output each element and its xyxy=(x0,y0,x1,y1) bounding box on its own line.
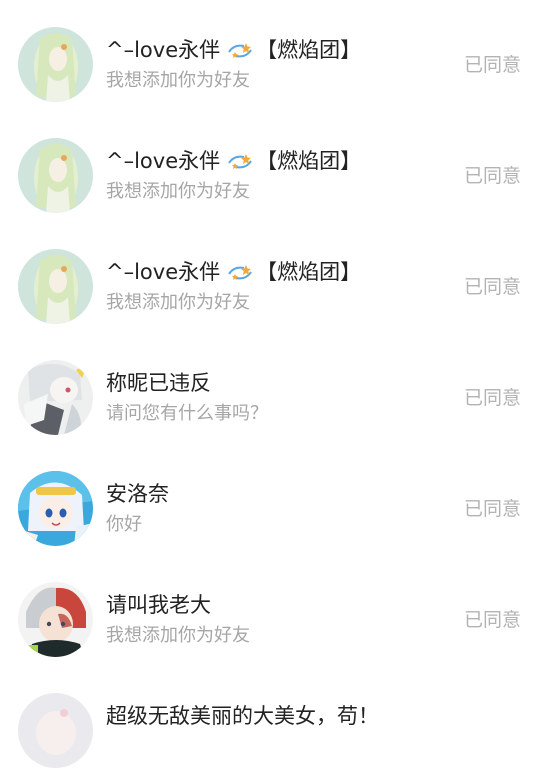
request-message: 我想添加你为好友 xyxy=(106,181,250,202)
sender-name: 称昵已违反 xyxy=(106,369,211,397)
sender-name: 安洛奈 xyxy=(106,480,169,508)
status-label: 已同意 xyxy=(463,54,521,76)
avatar[interactable] xyxy=(18,693,93,768)
friend-request-row[interactable]: 超级无敌美丽的大美女，苟！ xyxy=(0,666,538,777)
avatar[interactable] xyxy=(18,27,93,102)
group-tag: 【燃焰团】 xyxy=(256,38,362,62)
avatar[interactable] xyxy=(18,249,93,324)
request-message: 我想添加你为好友 xyxy=(106,292,250,313)
request-message: 请问您有什么事吗？ xyxy=(106,403,268,424)
request-message: 我想添加你为好友 xyxy=(106,70,250,91)
avatar[interactable] xyxy=(18,138,93,213)
rotating-stars-icon xyxy=(226,40,254,60)
sender-name-text: 称昵已违反 xyxy=(106,371,211,395)
sender-name-text: 超级无敌美丽的大美女，苟！ xyxy=(106,704,379,728)
sender-name-text: ^–love永伴 xyxy=(106,260,221,284)
avatar[interactable] xyxy=(18,471,93,546)
friend-request-row[interactable]: 安洛奈 你好 已同意 xyxy=(0,444,538,555)
request-message: 你好 xyxy=(106,514,142,535)
sender-name-text: 安洛奈 xyxy=(106,482,169,506)
rotating-stars-icon xyxy=(226,262,254,282)
friend-request-row[interactable]: ^–love永伴 【燃焰团】 我想添加你为好友 已同意 xyxy=(0,0,538,111)
rotating-stars-icon xyxy=(226,151,254,171)
avatar[interactable] xyxy=(18,360,93,435)
sender-name-text: ^–love永伴 xyxy=(106,38,221,62)
sender-name: ^–love永伴 【燃焰团】 xyxy=(106,36,361,64)
friend-request-row[interactable]: 称昵已违反 请问您有什么事吗？ 已同意 xyxy=(0,333,538,444)
friend-request-row[interactable]: 请叫我老大 我想添加你为好友 已同意 xyxy=(0,555,538,666)
group-tag: 【燃焰团】 xyxy=(256,260,362,284)
sender-name: ^–love永伴 【燃焰团】 xyxy=(106,147,361,175)
request-message: 我想添加你为好友 xyxy=(106,625,250,646)
sender-name: 超级无敌美丽的大美女，苟！ xyxy=(106,702,379,730)
status-label: 已同意 xyxy=(463,609,521,631)
status-label: 已同意 xyxy=(463,165,521,187)
friend-request-row[interactable]: ^–love永伴 【燃焰团】 我想添加你为好友 已同意 xyxy=(0,111,538,222)
sender-name: 请叫我老大 xyxy=(106,591,211,619)
friend-request-row[interactable]: ^–love永伴 【燃焰团】 我想添加你为好友 已同意 xyxy=(0,222,538,333)
sender-name: ^–love永伴 【燃焰团】 xyxy=(106,258,361,286)
sender-name-text: ^–love永伴 xyxy=(106,149,221,173)
status-label: 已同意 xyxy=(463,387,521,409)
status-label: 已同意 xyxy=(463,498,521,520)
avatar[interactable] xyxy=(18,582,93,657)
group-tag: 【燃焰团】 xyxy=(256,149,362,173)
status-label: 已同意 xyxy=(463,276,521,298)
sender-name-text: 请叫我老大 xyxy=(106,593,211,617)
